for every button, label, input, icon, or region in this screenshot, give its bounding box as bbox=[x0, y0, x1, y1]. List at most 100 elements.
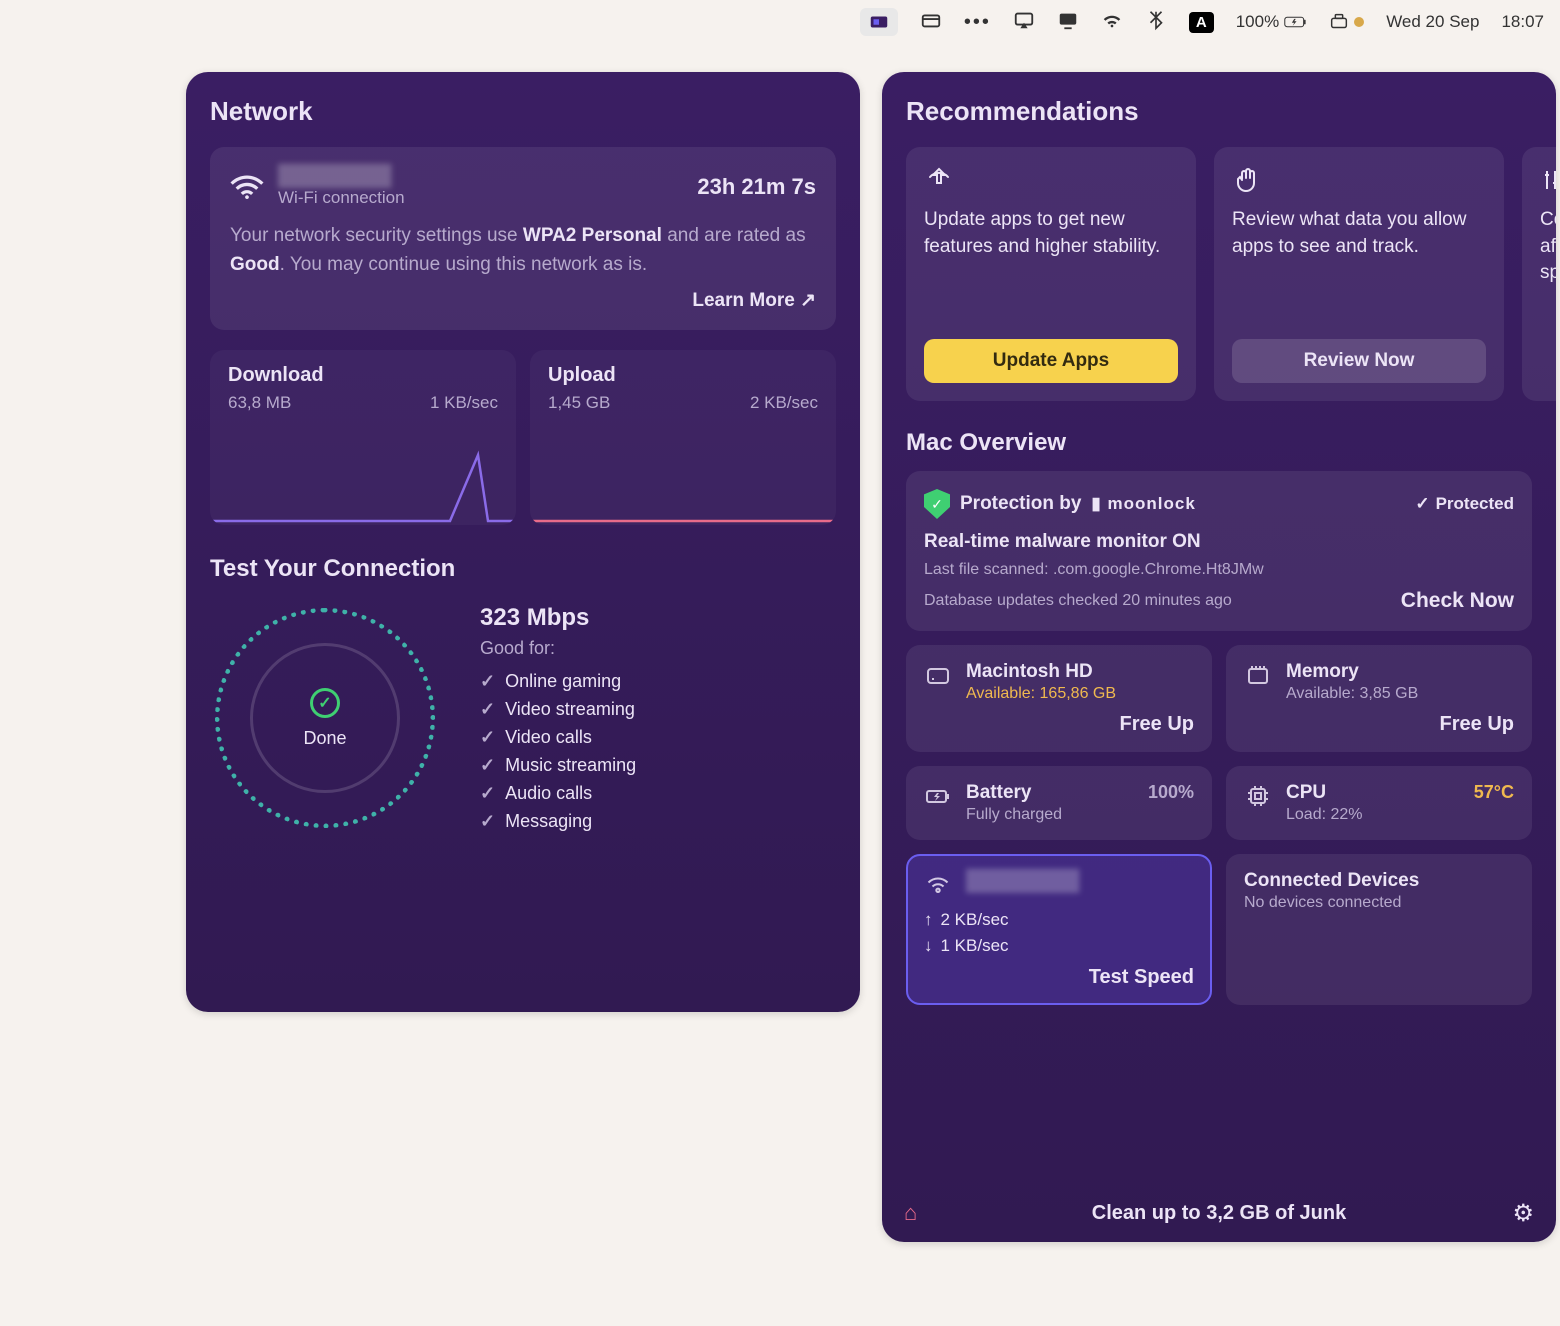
recommendations-row: Update apps to get new features and high… bbox=[906, 147, 1532, 401]
wifi-subtitle: Wi-Fi connection bbox=[278, 188, 405, 208]
wifi-ssid: ████████ bbox=[278, 165, 405, 188]
display-icon[interactable] bbox=[1057, 9, 1079, 36]
update-apps-button[interactable]: Update Apps bbox=[924, 339, 1178, 383]
download-card: Download 63,8 MB 1 KB/sec bbox=[210, 350, 516, 525]
speed-gauge[interactable]: ✓ Done bbox=[210, 603, 440, 833]
wifi-security-description: Your network security settings use WPA2 … bbox=[230, 222, 816, 279]
review-now-button[interactable]: Review Now bbox=[1232, 339, 1486, 383]
battery-percent: 100% bbox=[1148, 782, 1194, 803]
arrow-down-icon: ↓ bbox=[924, 936, 933, 956]
disk-card[interactable]: Macintosh HD Available: 165,86 GB Free U… bbox=[906, 645, 1212, 752]
gear-icon[interactable]: ⚙ bbox=[1512, 1199, 1534, 1228]
active-app-icon[interactable] bbox=[860, 8, 898, 36]
good-for-label: Good for: bbox=[480, 638, 636, 659]
download-title: Download bbox=[228, 364, 498, 387]
rec2-text: Review what data you allow apps to see a… bbox=[1232, 207, 1486, 339]
battery-icon bbox=[924, 782, 952, 810]
overview-panel: Recommendations Update apps to get new f… bbox=[882, 72, 1556, 1242]
airplay-icon[interactable] bbox=[1013, 9, 1035, 36]
memory-card[interactable]: Memory Available: 3,85 GB Free Up bbox=[1226, 645, 1532, 752]
check-now-button[interactable]: Check Now bbox=[1401, 589, 1514, 613]
wifi-uptime: 23h 21m 7s bbox=[697, 174, 816, 200]
upload-total: 1,45 GB bbox=[548, 393, 610, 413]
memory-title: Memory bbox=[1286, 661, 1418, 683]
battery-card[interactable]: 100% Battery Fully charged bbox=[906, 766, 1212, 840]
bluetooth-icon[interactable] bbox=[1145, 9, 1167, 36]
protection-by-label: Protection by bbox=[960, 493, 1081, 515]
protected-badge: ✓ Protected bbox=[1415, 494, 1514, 514]
rec1-text: Update apps to get new features and high… bbox=[924, 207, 1178, 339]
keyboard-input-icon[interactable]: A bbox=[1189, 12, 1214, 33]
good-for-item: Music streaming bbox=[480, 755, 636, 776]
cpu-title: CPU bbox=[1286, 782, 1363, 804]
overview-ssid: ████████ bbox=[966, 870, 1079, 893]
battery-title: Battery bbox=[966, 782, 1062, 804]
battery-percent: 100% bbox=[1236, 12, 1279, 32]
update-icon bbox=[924, 165, 954, 195]
download-rate: 1 KB/sec bbox=[430, 393, 498, 413]
good-for-item: Video streaming bbox=[480, 699, 636, 720]
cpu-icon bbox=[1244, 782, 1272, 810]
rec3-text: Con affe spe bbox=[1540, 207, 1556, 383]
cleanmymac-logo-icon[interactable]: ⌂ bbox=[904, 1200, 917, 1226]
download-chart bbox=[210, 445, 516, 525]
memory-free-up-button[interactable]: Free Up bbox=[1244, 713, 1514, 736]
disk-title: Macintosh HD bbox=[966, 661, 1116, 683]
realtime-monitor-label: Real-time malware monitor ON bbox=[924, 531, 1514, 553]
upload-card: Upload 1,45 GB 2 KB/sec bbox=[530, 350, 836, 525]
network-title: Network bbox=[210, 96, 836, 127]
upload-chart bbox=[530, 445, 836, 525]
recommendations-title: Recommendations bbox=[906, 96, 1532, 127]
wifi-icon bbox=[924, 870, 952, 898]
overview-download-rate: 1 KB/sec bbox=[941, 936, 1009, 956]
wifi-status-card: ████████ Wi-Fi connection 23h 21m 7s You… bbox=[210, 147, 836, 330]
download-total: 63,8 MB bbox=[228, 393, 291, 413]
good-for-item: Video calls bbox=[480, 727, 636, 748]
good-for-list: Online gaming Video streaming Video calls M… bbox=[480, 671, 636, 832]
test-speed-button[interactable]: Test Speed bbox=[924, 966, 1194, 989]
disk-free-up-button[interactable]: Free Up bbox=[924, 713, 1194, 736]
menu-bar: ••• A 100% Wed 20 Sep 18:07 bbox=[0, 0, 1560, 44]
network-panel: Network ████████ Wi-Fi connection 23h 21… bbox=[186, 72, 860, 1012]
cleanmymac-menubar-icon[interactable] bbox=[1328, 11, 1364, 33]
wifi-icon[interactable] bbox=[1101, 9, 1123, 36]
gauge-done-label: Done bbox=[303, 728, 346, 749]
sliders-icon bbox=[1540, 165, 1556, 195]
memory-available: Available: 3,85 GB bbox=[1286, 685, 1418, 703]
bottom-bar: ⌂ Clean up to 3,2 GB of Junk ⚙ bbox=[882, 1184, 1556, 1242]
payment-icon[interactable] bbox=[920, 9, 942, 36]
last-file-scanned: Last file scanned: .com.google.Chrome.Ht… bbox=[924, 561, 1514, 579]
good-for-item: Online gaming bbox=[480, 671, 636, 692]
protection-card: ✓ Protection by ▮ moonlock ✓ Protected R… bbox=[906, 471, 1532, 631]
battery-status: Fully charged bbox=[966, 806, 1062, 824]
moonlock-brand: ▮ moonlock bbox=[1091, 494, 1195, 514]
hand-icon bbox=[1232, 165, 1262, 195]
mac-overview-title: Mac Overview bbox=[906, 429, 1532, 457]
db-updates-label: Database updates checked 20 minutes ago bbox=[924, 592, 1232, 610]
overview-upload-rate: 2 KB/sec bbox=[941, 910, 1009, 930]
more-icon[interactable]: ••• bbox=[964, 11, 991, 34]
cpu-card[interactable]: 57°C CPU Load: 22% bbox=[1226, 766, 1532, 840]
network-overview-card[interactable]: ████████ ↑2 KB/sec ↓1 KB/sec Test Speed bbox=[906, 854, 1212, 1005]
test-speed-value: 323 Mbps bbox=[480, 604, 636, 632]
battery-status[interactable]: 100% bbox=[1236, 11, 1306, 33]
recommendation-update-apps: Update apps to get new features and high… bbox=[906, 147, 1196, 401]
test-connection-title: Test Your Connection bbox=[210, 555, 836, 583]
shield-icon: ✓ bbox=[924, 489, 950, 519]
devices-sub: No devices connected bbox=[1244, 894, 1514, 912]
memory-icon bbox=[1244, 661, 1272, 689]
recommendation-partial: Con affe spe bbox=[1522, 147, 1556, 401]
disk-icon bbox=[924, 661, 952, 689]
upload-rate: 2 KB/sec bbox=[750, 393, 818, 413]
connected-devices-card[interactable]: Connected Devices No devices connected bbox=[1226, 854, 1532, 1005]
checkmark-icon: ✓ bbox=[1415, 494, 1429, 514]
learn-more-link[interactable]: Learn More ↗ bbox=[692, 289, 816, 312]
good-for-item: Audio calls bbox=[480, 783, 636, 804]
checkmark-icon: ✓ bbox=[310, 688, 340, 718]
upload-title: Upload bbox=[548, 364, 818, 387]
menubar-date[interactable]: Wed 20 Sep bbox=[1386, 12, 1479, 32]
good-for-item: Messaging bbox=[480, 811, 636, 832]
clean-junk-button[interactable]: Clean up to 3,2 GB of Junk bbox=[1092, 1202, 1346, 1225]
wifi-icon bbox=[230, 173, 264, 201]
menubar-time[interactable]: 18:07 bbox=[1501, 12, 1544, 32]
